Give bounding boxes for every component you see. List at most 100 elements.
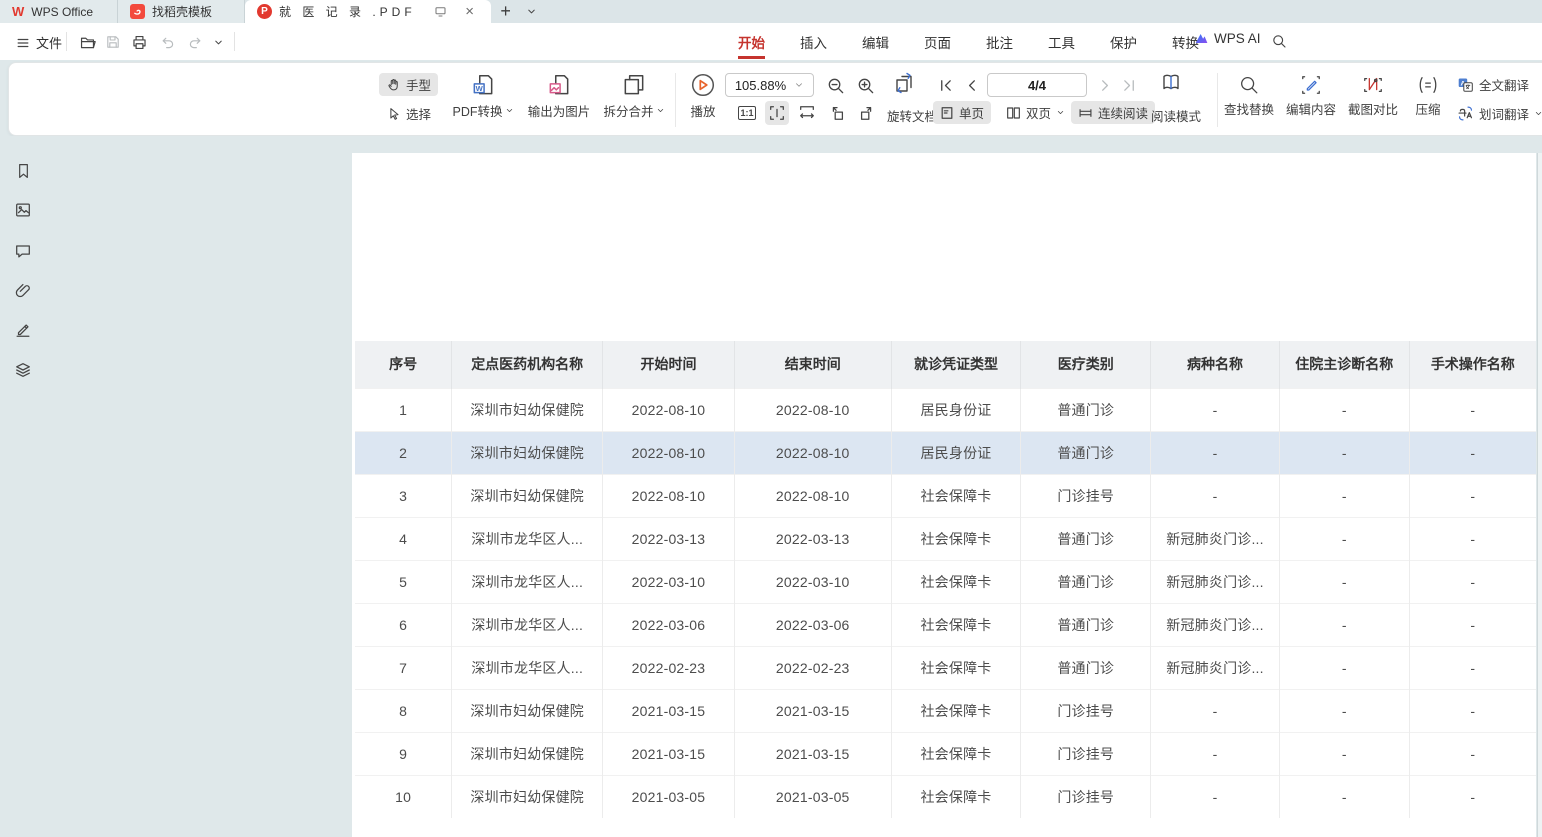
single-page-button[interactable]: 单页 <box>933 101 991 124</box>
file-menu-button[interactable]: 文件 <box>10 30 68 55</box>
table-cell: 门诊挂号 <box>1021 732 1151 775</box>
menu-tab-edit[interactable]: 编辑 <box>860 23 891 61</box>
chevron-down-icon <box>656 106 665 115</box>
menu-bar: 文件 开始插入编辑页面批注工具保护转换 WPS AI <box>0 23 1542 60</box>
rotate-document-icon[interactable] <box>893 71 917 95</box>
tab-list-chevron-icon[interactable] <box>521 0 543 23</box>
rotate-right-icon[interactable] <box>855 101 879 125</box>
signature-icon[interactable] <box>12 319 34 341</box>
zoom-in-icon[interactable] <box>853 73 877 97</box>
find-replace-button[interactable]: 查找替换 <box>1221 74 1277 118</box>
zoom-level-select[interactable]: 105.88% <box>725 73 814 97</box>
close-tab-icon[interactable]: × <box>459 3 481 20</box>
table-cell: 2022-03-06 <box>734 603 891 646</box>
undo-icon[interactable] <box>156 32 178 52</box>
hamburger-icon <box>16 36 30 50</box>
table-cell: 普通门诊 <box>1021 517 1151 560</box>
menu-tab-protect[interactable]: 保护 <box>1108 23 1139 61</box>
read-mode-button[interactable]: 阅读模式 <box>1151 106 1201 125</box>
zoom-out-icon[interactable] <box>823 73 847 97</box>
word-translate-button[interactable]: 划词翻译 <box>1457 104 1542 123</box>
double-page-button[interactable]: 双页 <box>999 101 1072 124</box>
split-merge-button[interactable]: 拆分合并 <box>599 72 669 120</box>
table-row: 4深圳市龙华区人...2022-03-132022-03-13社会保障卡普通门诊… <box>355 517 1536 560</box>
table-cell: 门诊挂号 <box>1021 689 1151 732</box>
page-right-edge <box>1537 153 1542 837</box>
rotate-document-button[interactable]: 旋转文档 <box>887 106 937 125</box>
open-folder-icon[interactable] <box>76 32 98 52</box>
tab-label: WPS Office <box>31 5 93 19</box>
tab-wps-office[interactable]: W WPS Office <box>0 0 118 23</box>
present-monitor-icon[interactable] <box>430 4 452 19</box>
next-page-icon[interactable] <box>1095 73 1115 97</box>
split-merge-label: 拆分合并 <box>603 101 653 120</box>
table-cell: - <box>1279 775 1409 818</box>
column-header: 就诊凭证类型 <box>891 341 1021 388</box>
menu-search-icon[interactable] <box>1268 31 1290 51</box>
previous-page-icon[interactable] <box>961 73 981 97</box>
menu-tab-comment[interactable]: 批注 <box>984 23 1015 61</box>
table-row: 5深圳市龙华区人...2022-03-102022-03-10社会保障卡普通门诊… <box>355 560 1536 603</box>
screenshot-compare-label: 截图对比 <box>1348 99 1398 118</box>
edit-content-button[interactable]: 编辑内容 <box>1283 74 1339 118</box>
fit-page-icon[interactable] <box>765 101 789 125</box>
layers-icon[interactable] <box>12 359 34 381</box>
document-workspace: 序号定点医药机构名称开始时间结束时间就诊凭证类型医疗类别病种名称住院主诊断名称手… <box>0 136 1542 837</box>
table-cell: 2022-03-10 <box>734 560 891 603</box>
menu-tab-tools[interactable]: 工具 <box>1046 23 1077 61</box>
redo-icon[interactable] <box>184 32 206 52</box>
wps-ai-button[interactable]: WPS AI <box>1193 31 1261 46</box>
page-number-input[interactable]: 4/4 <box>987 73 1087 97</box>
table-cell: 2022-08-10 <box>603 431 735 474</box>
actual-size-icon[interactable]: 1:1 <box>735 101 759 125</box>
menu-tab-insert[interactable]: 插入 <box>798 23 829 61</box>
edit-content-label: 编辑内容 <box>1286 99 1336 118</box>
bookmark-icon[interactable] <box>12 160 34 182</box>
tab-label: 就 医 记 录 .PDF <box>279 3 416 20</box>
compress-button[interactable]: 压缩 <box>1407 74 1449 118</box>
new-tab-button[interactable]: + <box>491 0 521 23</box>
quick-access-chevron-icon[interactable] <box>210 32 226 52</box>
hand-tool-button[interactable]: 手型 <box>379 73 438 96</box>
table-cell: - <box>1279 517 1409 560</box>
export-as-image-button[interactable]: 输出为图片 <box>521 72 597 120</box>
chevron-down-icon <box>1056 108 1065 117</box>
full-text-translate-button[interactable]: A 全文翻译 <box>1457 75 1529 94</box>
table-cell: - <box>1279 388 1409 431</box>
table-cell: - <box>1409 732 1536 775</box>
table-cell: 普通门诊 <box>1021 560 1151 603</box>
continuous-reading-icon <box>1078 106 1093 120</box>
table-cell: - <box>1151 732 1280 775</box>
table-cell: - <box>1279 646 1409 689</box>
first-page-icon[interactable] <box>935 73 955 97</box>
table-cell: 3 <box>355 474 452 517</box>
screenshot-compare-button[interactable]: 截图对比 <box>1345 74 1401 118</box>
table-cell: 社会保障卡 <box>891 474 1021 517</box>
read-mode-icon[interactable] <box>1159 71 1183 95</box>
table-cell: 6 <box>355 603 452 646</box>
column-header: 手术操作名称 <box>1409 341 1536 388</box>
table-cell: 2022-08-10 <box>734 388 891 431</box>
last-page-icon[interactable] <box>1119 73 1139 97</box>
table-row: 2深圳市妇幼保健院2022-08-102022-08-10居民身份证普通门诊--… <box>355 431 1536 474</box>
continuous-reading-button[interactable]: 连续阅读 <box>1071 101 1155 124</box>
table-cell: 2022-03-13 <box>603 517 735 560</box>
table-cell: 2 <box>355 431 452 474</box>
attachment-icon[interactable] <box>12 279 34 301</box>
double-page-icon <box>1006 106 1021 120</box>
menu-tab-home[interactable]: 开始 <box>736 23 767 61</box>
tab-medical-record-pdf[interactable]: P 就 医 记 录 .PDF × <box>245 0 491 23</box>
comment-icon[interactable] <box>12 240 34 262</box>
select-tool-button[interactable]: 选择 <box>379 102 438 125</box>
fit-width-icon[interactable] <box>795 101 819 125</box>
save-icon[interactable] <box>102 32 124 52</box>
play-button[interactable]: 播放 <box>673 72 733 120</box>
table-cell: 社会保障卡 <box>891 560 1021 603</box>
print-icon[interactable] <box>128 32 150 52</box>
thumbnail-icon[interactable] <box>12 199 34 221</box>
column-header: 病种名称 <box>1151 341 1280 388</box>
pdf-convert-button[interactable]: W PDF转换 <box>449 72 517 120</box>
tab-docer-templates[interactable]: 找稻壳模板 <box>118 0 245 23</box>
rotate-left-icon[interactable] <box>825 101 849 125</box>
menu-tab-page[interactable]: 页面 <box>922 23 953 61</box>
